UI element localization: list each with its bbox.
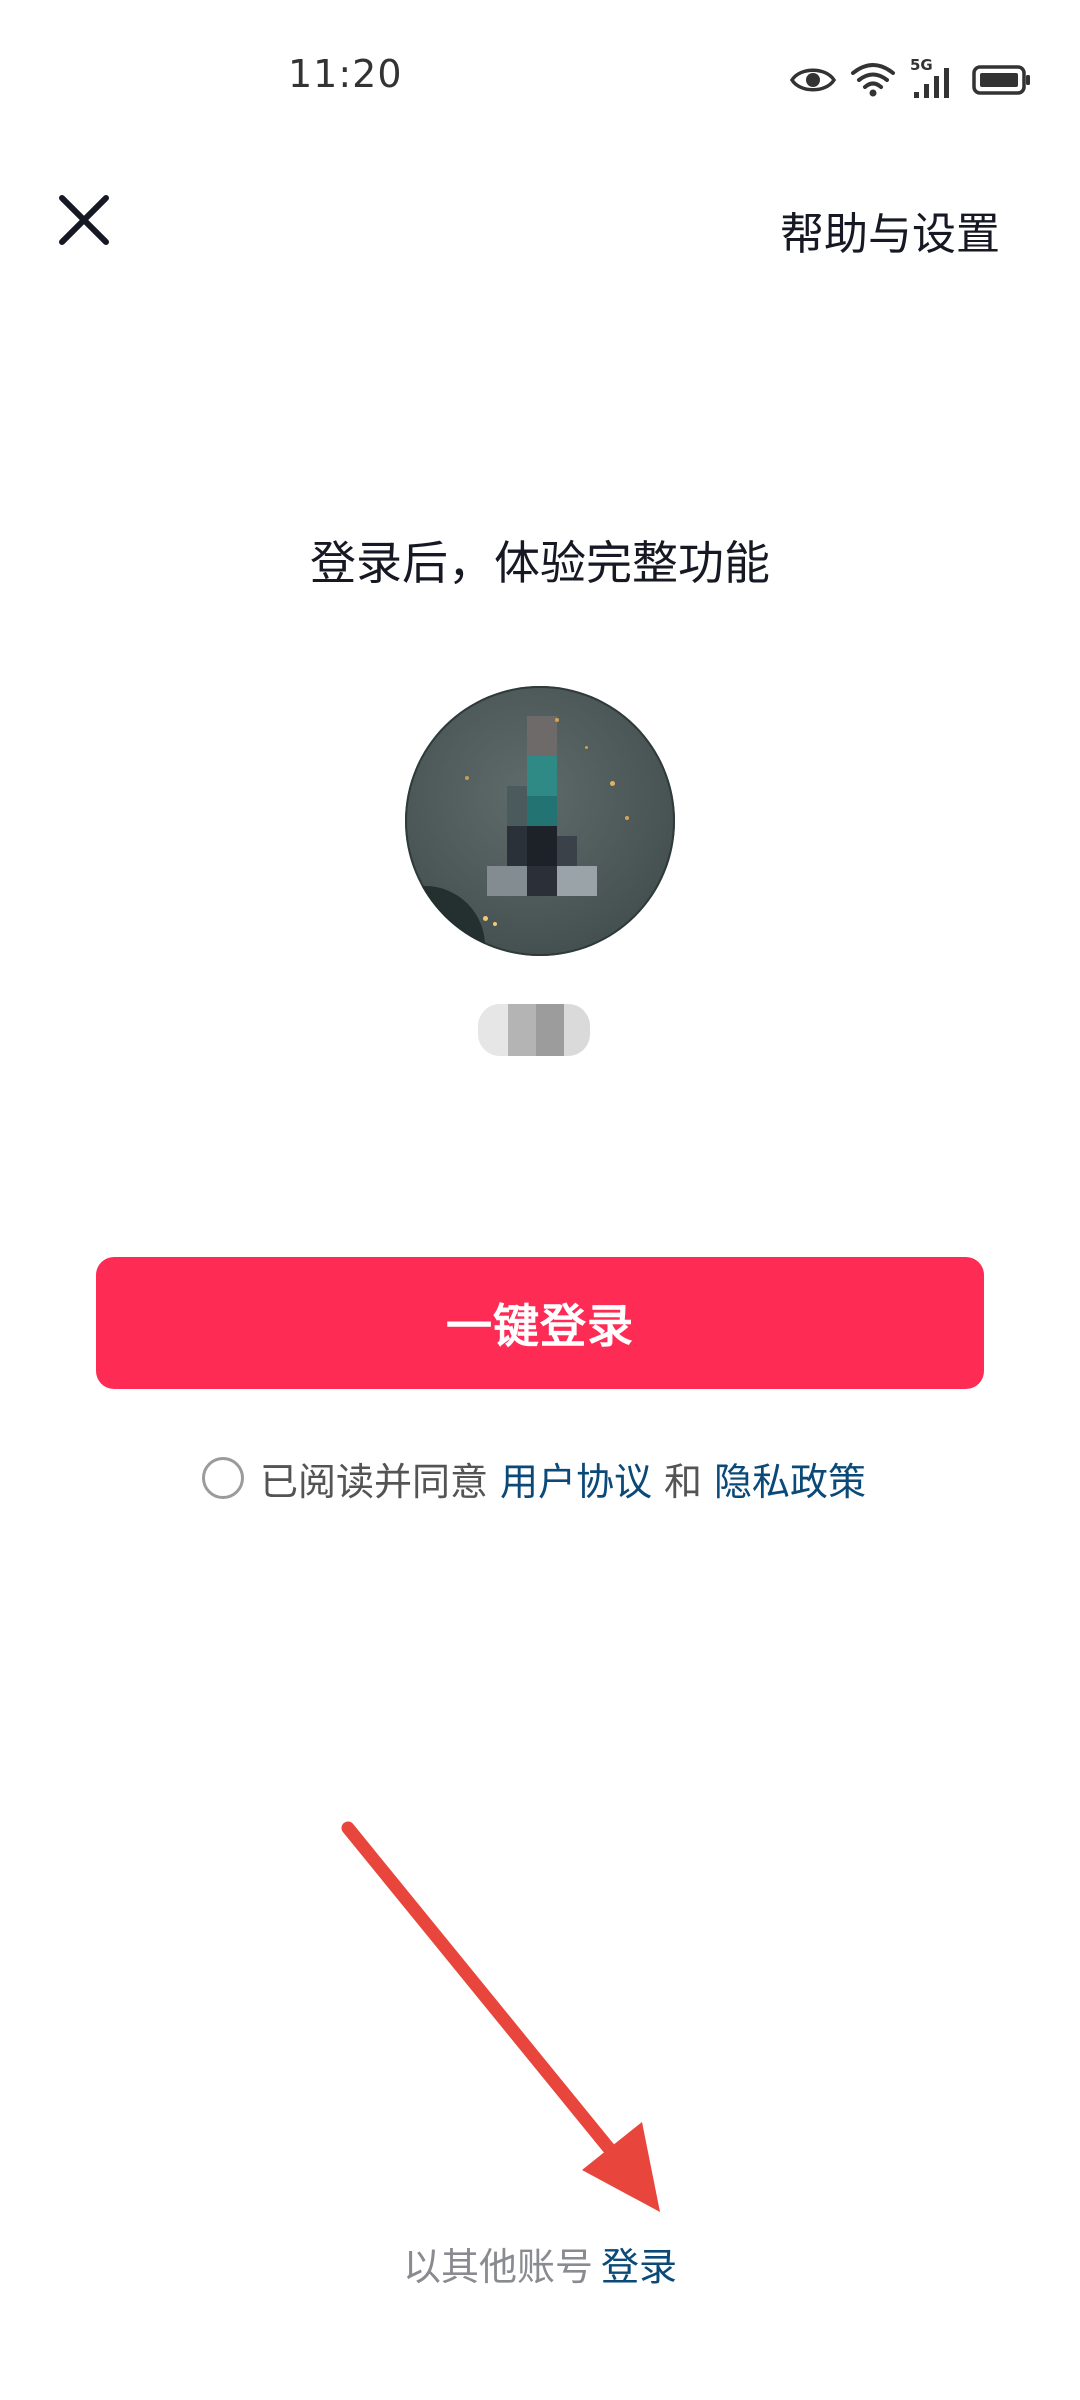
- battery-icon: [972, 65, 1030, 95]
- agreement-prefix: 已阅读并同意: [259, 1459, 488, 1504]
- one-tap-login-button[interactable]: 一键登录: [96, 1257, 984, 1389]
- user-agreement-link[interactable]: 用户协议: [500, 1451, 652, 1506]
- other-account-login-link[interactable]: 登录: [601, 2245, 677, 2289]
- signal-icon: 5G: [910, 56, 958, 100]
- eye-icon: [790, 68, 836, 92]
- close-icon: [59, 195, 109, 245]
- annotation-arrow-icon: [341, 1821, 660, 2212]
- status-time: 11:20: [288, 52, 403, 96]
- agree-checkbox[interactable]: [201, 1457, 244, 1499]
- other-account-login: 以其他账号 登录: [0, 2236, 1080, 2291]
- status-icons: 5G: [790, 56, 1032, 102]
- agreement-and: 和: [664, 1459, 703, 1504]
- close-button[interactable]: [52, 188, 116, 252]
- help-settings-link[interactable]: 帮助与设置: [780, 198, 1000, 262]
- page-headline: 登录后，体验完整功能: [310, 536, 770, 590]
- masked-account-number: [478, 1004, 590, 1056]
- agreement-row: 已阅读并同意 用户协议 和 隐私政策: [0, 1450, 1080, 1506]
- privacy-policy-link[interactable]: 隐私政策: [714, 1451, 866, 1506]
- wifi-icon: [851, 63, 895, 97]
- other-account-prefix: 以其他账号: [402, 2245, 593, 2289]
- avatar: [405, 686, 675, 956]
